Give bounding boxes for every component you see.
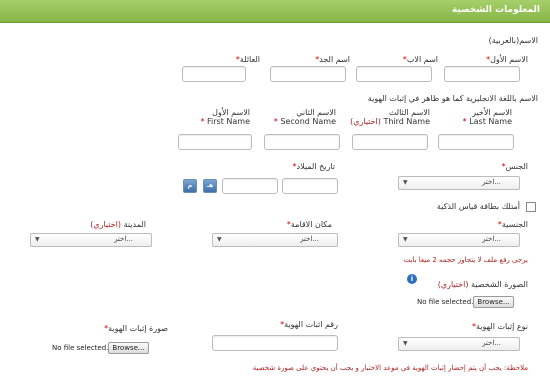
- gender-select[interactable]: ▼ اختر...: [398, 176, 520, 190]
- first-name-en-label: الاسم الأول * First Name: [200, 108, 250, 126]
- city-label: (اختياري) المدينة: [90, 220, 146, 229]
- city-select[interactable]: ▼ اختر...: [30, 233, 152, 247]
- photo-label: (اختياري) الصورة الشخصية: [437, 280, 528, 289]
- smart-card-checkbox[interactable]: [526, 202, 536, 212]
- third-name-label: الاسم الثالث (اختياري) Third Name: [350, 108, 430, 126]
- photo-browse-button[interactable]: Browse...: [473, 296, 514, 308]
- family-name-label: *العائلة: [235, 55, 260, 64]
- first-name-ar-input[interactable]: [444, 66, 520, 82]
- residence-label: *مكان الاقامة: [286, 220, 332, 229]
- chevron-down-icon: ▼: [403, 236, 408, 243]
- last-name-label: الاسم الأخير * Last Name: [462, 108, 512, 126]
- calendar-icon[interactable]: هـ: [203, 179, 217, 193]
- father-name-input[interactable]: [356, 66, 432, 82]
- birth-date-alt-input[interactable]: [222, 178, 278, 194]
- english-name-label: الاسم باللغة الانجليزية كما هو ظاهر في إ…: [367, 94, 538, 103]
- info-icon[interactable]: i: [407, 274, 417, 284]
- chevron-down-icon: ▼: [403, 340, 408, 347]
- arabic-name-label: الاسم(بالعربية): [488, 36, 538, 45]
- id-image-label: *صورة إثبات الهوية: [104, 324, 168, 333]
- second-name-label: الاسم الثاني * Second Name: [273, 108, 336, 126]
- upload-size-note: يرجى رفع ملف لا يتجاوز حجمه 2 ميغا بايت: [403, 256, 528, 264]
- family-name-input[interactable]: [182, 66, 246, 82]
- id-image-browse-button[interactable]: Browse...: [108, 342, 149, 354]
- gender-label: *الجنس: [501, 162, 528, 171]
- first-name-en-input[interactable]: [178, 134, 252, 150]
- chevron-down-icon: ▼: [35, 236, 40, 243]
- calendar-icon[interactable]: م: [183, 179, 197, 193]
- id-type-label: *نوع إثبات الهوية: [471, 322, 528, 331]
- residence-select[interactable]: ▼ اختر...: [212, 233, 338, 247]
- chevron-down-icon: ▼: [403, 179, 408, 186]
- nationality-select[interactable]: ▼ اختر...: [398, 233, 520, 247]
- id-number-input[interactable]: [212, 335, 338, 351]
- photo-file-input[interactable]: No file selected. Browse...: [417, 296, 516, 308]
- smart-card-label: أمتلك بطاقة قياس الذكية: [436, 202, 520, 211]
- second-name-input[interactable]: [264, 134, 340, 150]
- section-title: المعلومات الشخصية: [451, 5, 540, 15]
- nationality-label: *الجنسية: [497, 220, 528, 229]
- grandfather-name-label: *اسم الجد: [315, 55, 350, 64]
- first-name-ar-label: *الاسم الأول: [486, 55, 528, 64]
- section-header: المعلومات الشخصية: [0, 0, 550, 23]
- grandfather-name-input[interactable]: [270, 66, 346, 82]
- birth-date-input[interactable]: [282, 178, 338, 194]
- id-number-label: *رقم اثبات الهوية: [280, 320, 338, 329]
- chevron-down-icon: ▼: [217, 236, 222, 243]
- id-image-file-input[interactable]: No file selected. Browse...: [52, 342, 151, 354]
- last-name-input[interactable]: [438, 134, 514, 150]
- father-name-label: *اسم الاب: [402, 55, 438, 64]
- id-type-select[interactable]: ▼ اختر...: [398, 337, 520, 351]
- birth-date-label: *تاريخ الميلاد: [292, 162, 336, 171]
- footer-note: ملاحظة: يجب أن يتم إحضار إثبات الهوية في…: [252, 364, 528, 372]
- third-name-input[interactable]: [352, 134, 428, 150]
